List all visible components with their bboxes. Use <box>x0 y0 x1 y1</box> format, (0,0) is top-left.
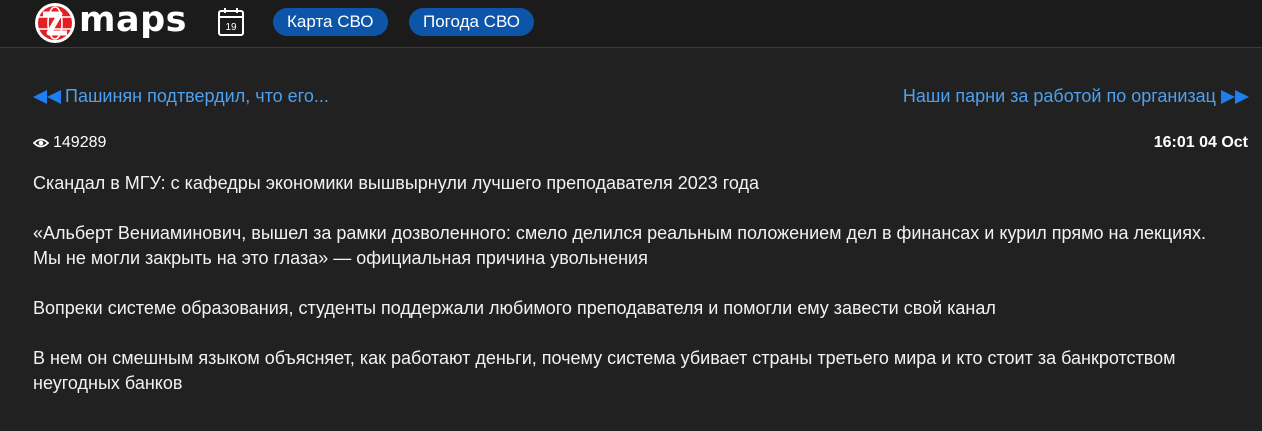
double-right-arrow-icon <box>1221 89 1249 104</box>
calendar-icon[interactable]: 19 <box>217 7 245 37</box>
globe-logo-icon <box>35 3 75 43</box>
eye-icon <box>33 138 49 148</box>
post-timestamp: 16:01 04 Oct <box>1153 134 1248 151</box>
calendar-day: 19 <box>225 22 237 33</box>
double-left-arrow-icon <box>33 89 61 104</box>
next-post-link[interactable]: Наши парни за работой по организац <box>903 86 1249 107</box>
pill-svo-map[interactable]: Карта СВО <box>273 8 388 36</box>
post-paragraph: В нем он смешным языком объясняет, как р… <box>33 348 1176 393</box>
post-paragraph: Скандал в МГУ: с кафедры экономики вышвы… <box>33 173 760 193</box>
post-paragraph: «Альберт Вениаминович, вышел за рамки до… <box>33 223 1206 268</box>
pill-svo-weather[interactable]: Погода СВО <box>409 8 534 36</box>
view-count: 149289 <box>33 134 106 152</box>
view-count-value: 149289 <box>53 134 107 151</box>
top-bar: maps 19 Карта СВО Погода СВО <box>0 0 1262 48</box>
prev-post-link[interactable]: Пашинян подтвердил, что его... <box>33 86 329 107</box>
post-paragraph: Вопреки системе образования, студенты по… <box>33 298 996 318</box>
prev-post-label: Пашинян подтвердил, что его... <box>65 86 329 106</box>
post-body: Скандал в МГУ: с кафедры экономики вышвы… <box>33 171 1223 421</box>
logo[interactable]: maps <box>34 0 187 44</box>
next-post-label: Наши парни за работой по организац <box>902 86 1216 106</box>
logo-text: maps <box>79 0 187 40</box>
